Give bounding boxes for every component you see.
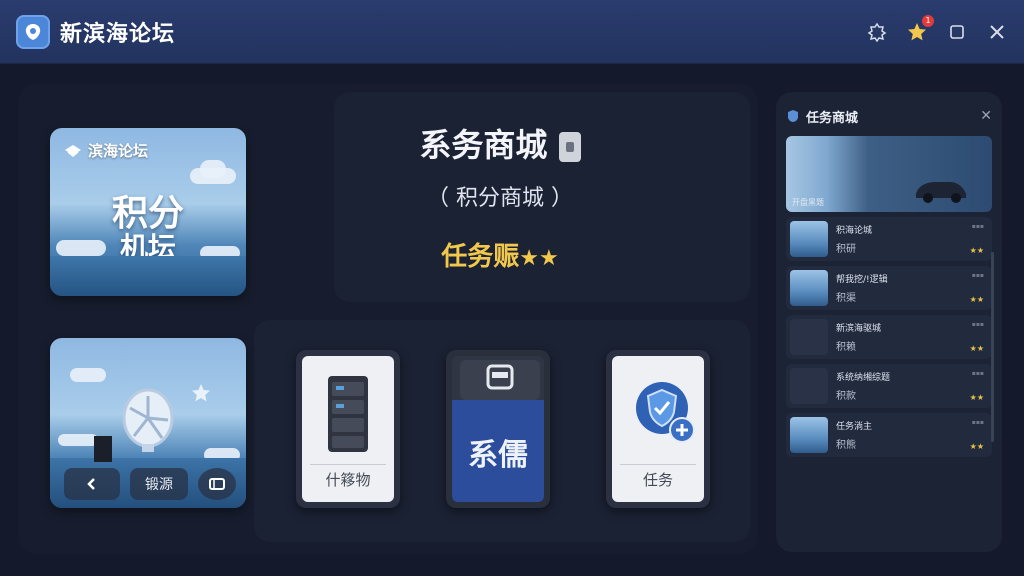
character-figure [94, 436, 112, 462]
card-system-body: 系儒 [452, 400, 544, 502]
list-item-stars: ★★ [969, 393, 984, 402]
featured-label: 开盘黑题 [792, 198, 824, 207]
settings-icon[interactable] [866, 21, 888, 43]
list-item-meta: ▪▪▪ [971, 321, 984, 328]
list-item-subtitle: 积款 [836, 391, 856, 402]
hero-brand: 滨海论坛 [64, 140, 148, 161]
list-item-title: 积海论城 [836, 226, 873, 236]
list-item-meta: ▪▪▪ [971, 272, 984, 279]
list-item-subtitle: 积赖 [836, 342, 856, 353]
title-bar: 新滨海论坛 1 [0, 0, 1024, 64]
list-item-title: 帮我挖/!逻辑 [836, 275, 888, 285]
page-subtitle: （ 积分商城 ） [427, 186, 573, 211]
star-icon [192, 384, 210, 402]
card-items[interactable]: 什簃物 [296, 350, 400, 508]
source-button[interactable]: 锻源 [130, 468, 188, 500]
fan-icon [122, 388, 174, 452]
sidebar-close-icon[interactable]: ✕ [980, 108, 992, 124]
list-item-stars: ★★ [969, 344, 984, 353]
task-heading: 任务赈★★ [441, 242, 559, 272]
shop-logo-icon [788, 110, 798, 122]
list-item-thumbnail [790, 368, 828, 404]
sidebar-list: 积海论城 积研 ▪▪▪ ★★ 帮我挖/!逻辑 积渠 ▪▪▪ ★★ 新滨海驱城 积… [786, 217, 992, 457]
back-button[interactable] [64, 468, 120, 500]
list-item[interactable]: 系统纳缃综题 积款 ▪▪▪ ★★ [786, 364, 992, 408]
card-items-label: 什簃物 [310, 464, 386, 494]
featured-banner[interactable]: 开盘黑题 [786, 136, 992, 212]
list-item-thumbnail [790, 270, 828, 306]
close-icon[interactable] [986, 21, 1008, 43]
list-item[interactable]: 积海论城 积研 ▪▪▪ ★★ [786, 217, 992, 261]
lock-icon [558, 132, 581, 162]
card-system[interactable]: 系儒 [446, 350, 550, 508]
list-item[interactable]: 任务淌主 积熊 ▪▪▪ ★★ [786, 413, 992, 457]
game-tile[interactable]: 锻源 [50, 338, 246, 508]
app-title: 新滨海论坛 [60, 21, 176, 47]
sidebar-title: 任务商城 [806, 110, 859, 126]
list-item-meta: ▪▪▪ [971, 419, 984, 426]
chevron-left-icon [87, 478, 95, 490]
sidebar-scrollbar[interactable] [991, 252, 994, 442]
ticket-icon [209, 478, 225, 490]
list-item-title: 任务淌主 [836, 422, 873, 432]
sidebar-header: 任务商城 ✕ [786, 102, 992, 130]
hero-water [50, 256, 246, 296]
list-item-title: 系统纳缃综题 [836, 373, 891, 383]
list-item-stars: ★★ [969, 295, 984, 304]
list-item-subtitle: 积研 [836, 244, 856, 255]
list-item[interactable]: 新滨海驱城 积赖 ▪▪▪ ★★ [786, 315, 992, 359]
notification-badge: 1 [922, 14, 934, 27]
list-item[interactable]: 帮我挖/!逻辑 积渠 ▪▪▪ ★★ [786, 266, 992, 310]
app-logo-icon [16, 14, 50, 49]
list-item-thumbnail [790, 319, 828, 355]
bus-icon [486, 364, 514, 390]
card-tasks-label: 任务 [620, 464, 696, 494]
forum-logo-icon [65, 144, 81, 157]
hero-tile[interactable]: 滨海论坛 积分 机坛 [50, 128, 246, 296]
card-tasks[interactable]: 任务 [606, 350, 710, 508]
page-title: 系务商城 [330, 120, 670, 166]
shield-check-icon [636, 382, 695, 443]
list-item-subtitle: 积渠 [836, 293, 856, 304]
list-item-stars: ★★ [969, 442, 984, 451]
favorites-star-icon[interactable]: 1 [906, 14, 934, 43]
card-system-top [460, 360, 540, 400]
server-rack-icon [328, 376, 368, 452]
task-sidebar: 任务商城 ✕ 开盘黑题 积海论城 积研 ▪▪▪ ★★ 帮我挖/!逻辑 积渠 ▪▪… [776, 92, 1002, 552]
rating-stars-icon: ★★ [519, 246, 559, 271]
car-icon [916, 182, 966, 203]
list-item-thumbnail [790, 221, 828, 257]
list-item-meta: ▪▪▪ [971, 370, 984, 377]
list-item-stars: ★★ [969, 246, 984, 255]
list-item-thumbnail [790, 417, 828, 453]
list-item-subtitle: 积熊 [836, 440, 856, 451]
list-item-title: 新滨海驱城 [836, 324, 882, 334]
ticket-button[interactable] [198, 468, 236, 500]
window-restore-icon[interactable] [946, 21, 968, 43]
card-system-label: 系儒 [468, 438, 528, 473]
list-item-meta: ▪▪▪ [971, 223, 984, 230]
